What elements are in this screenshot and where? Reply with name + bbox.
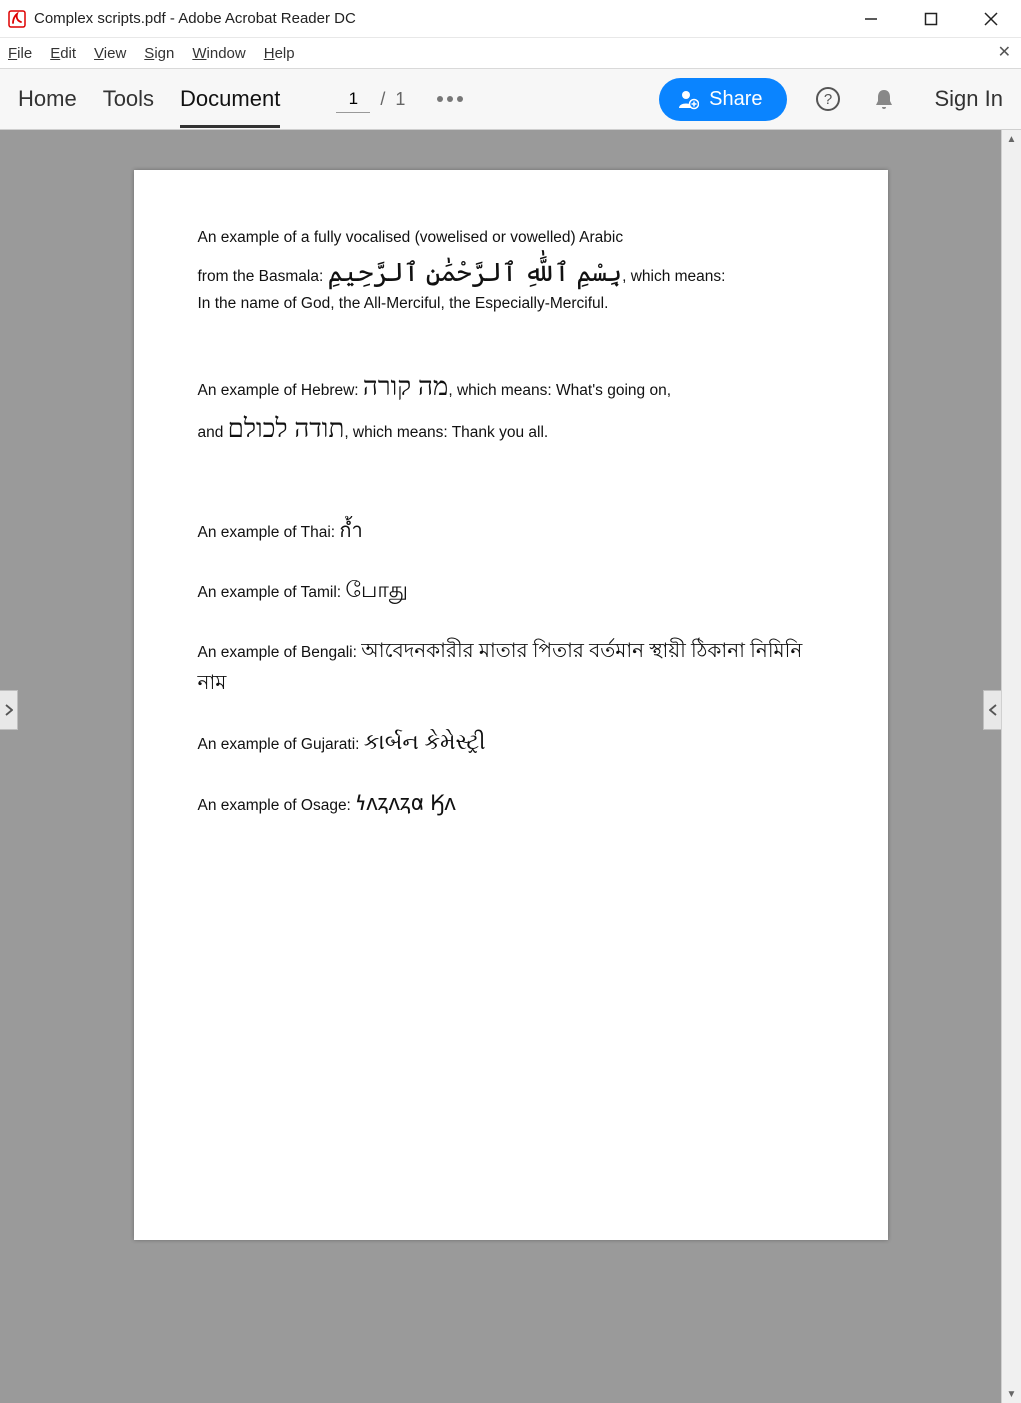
toolbar: Home Tools Document / 1 Share ? Sign In <box>0 68 1021 130</box>
more-tools-icon[interactable] <box>437 96 463 102</box>
menu-help[interactable]: Help <box>264 45 295 62</box>
close-button[interactable] <box>961 0 1021 37</box>
acrobat-app-icon <box>8 10 26 28</box>
share-button[interactable]: Share <box>659 78 786 121</box>
thai-example: An example of Thai: ก้ำ <box>198 514 824 546</box>
gujarati-example: An example of Gujarati: કાર્બન કેમેસ્ટ્ર… <box>198 724 824 759</box>
menu-view[interactable]: View <box>94 45 126 62</box>
menu-edit[interactable]: Edit <box>50 45 76 62</box>
tamil-script: போது <box>345 574 408 604</box>
pdf-page: An example of a fully vocalised (vowelis… <box>134 170 888 1240</box>
arabic-line-1: An example of a fully vocalised (vowelis… <box>198 226 824 251</box>
right-panel-toggle[interactable] <box>983 690 1001 730</box>
bengali-example: An example of Bengali: আবেদনকারীর মাতার … <box>198 634 824 698</box>
gujarati-script: કાર્બન કેમેસ્ટ્રી <box>364 726 486 756</box>
hebrew-script-1: מה קורה <box>363 367 448 403</box>
menu-bar: File Edit View Sign Window Help ✕ <box>0 38 1021 68</box>
other-scripts-block: An example of Thai: ก้ำ An example of Ta… <box>198 514 824 820</box>
hebrew-line-2: and תודה לכולם, which means: Thank you a… <box>198 407 824 449</box>
help-icon[interactable]: ? <box>813 84 843 114</box>
window-controls <box>841 0 1021 37</box>
page-separator: / <box>380 89 385 110</box>
window-title: Complex scripts.pdf - Adobe Acrobat Read… <box>34 10 841 27</box>
hebrew-script-2: תודה לכולם <box>228 409 345 445</box>
menu-window[interactable]: Window <box>192 45 245 62</box>
vertical-scrollbar[interactable]: ▲ ▼ <box>1001 130 1021 1403</box>
left-panel-toggle[interactable] <box>0 690 18 730</box>
tab-home[interactable]: Home <box>18 70 77 128</box>
tamil-example: An example of Tamil: போது <box>198 572 824 607</box>
thai-script: ก้ำ <box>339 516 362 543</box>
hebrew-line-1: An example of Hebrew: מה קורה, which mea… <box>198 365 824 407</box>
arabic-line-2: from the Basmala: بِسْمِ ٱللَّٰهِ ٱلرَّح… <box>198 251 824 293</box>
tab-document[interactable]: Document <box>180 70 280 128</box>
osage-script: 𐓏𐓘𐓻𐓘𐓻𐓟 𐒼𐓘 <box>355 787 455 817</box>
arabic-line-3: In the name of God, the All-Merciful, th… <box>198 292 824 317</box>
menu-file[interactable]: File <box>8 45 32 62</box>
menu-sign[interactable]: Sign <box>144 45 174 62</box>
minimize-button[interactable] <box>841 0 901 37</box>
page-number-input[interactable] <box>336 85 370 113</box>
hebrew-example-block: An example of Hebrew: מה קורה, which mea… <box>198 365 824 448</box>
share-person-icon <box>677 88 699 110</box>
notifications-bell-icon[interactable] <box>869 84 899 114</box>
scroll-down-arrow-icon[interactable]: ▼ <box>1002 1385 1021 1403</box>
osage-example: An example of Osage: 𐓏𐓘𐓻𐓘𐓻𐓟 𐒼𐓘 <box>198 785 824 820</box>
page-total: 1 <box>395 89 405 110</box>
close-panel-icon[interactable]: ✕ <box>998 42 1011 62</box>
svg-text:?: ? <box>823 91 831 108</box>
arabic-script: بِسْمِ ٱللَّٰهِ ٱلرَّحْمَٰنِ ٱلرَّحِيمِ <box>328 253 623 289</box>
title-bar: Complex scripts.pdf - Adobe Acrobat Read… <box>0 0 1021 38</box>
document-view-area: ▲ ▼ An example of a fully vocalised (vow… <box>0 130 1021 1403</box>
sign-in-link[interactable]: Sign In <box>935 86 1004 112</box>
arabic-example-block: An example of a fully vocalised (vowelis… <box>198 226 824 317</box>
tab-tools[interactable]: Tools <box>103 70 154 128</box>
page-navigation: / 1 <box>336 85 405 113</box>
maximize-button[interactable] <box>901 0 961 37</box>
scroll-up-arrow-icon[interactable]: ▲ <box>1002 130 1021 148</box>
share-button-label: Share <box>709 88 762 111</box>
